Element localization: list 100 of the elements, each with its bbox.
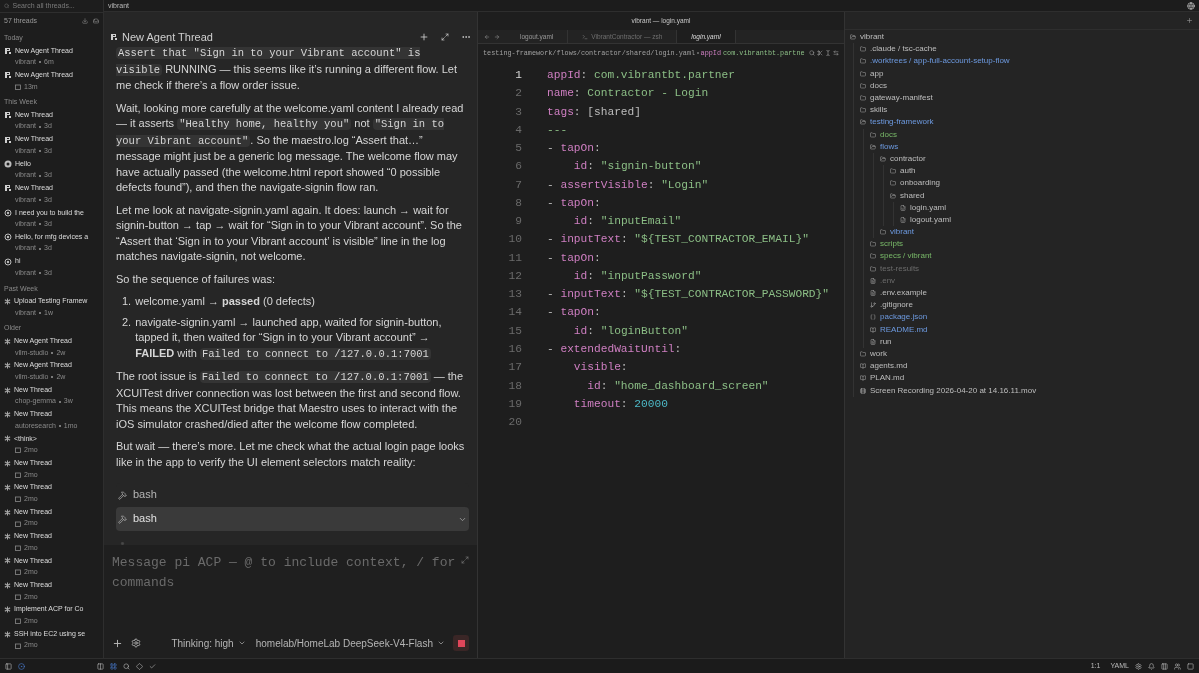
calendar-icon bbox=[15, 544, 21, 551]
line-number: 11 bbox=[507, 250, 522, 266]
tree-item[interactable]: auth bbox=[890, 165, 1199, 178]
folder-icon bbox=[890, 168, 896, 175]
settings-icon[interactable] bbox=[1135, 662, 1142, 670]
tree-item[interactable]: gateway-manifest bbox=[860, 91, 1199, 105]
code-line: - inputText: "${TEST_CONTRACTOR_PASSWORD}" bbox=[547, 287, 829, 303]
expand-icon[interactable] bbox=[441, 33, 449, 41]
tree-item[interactable]: package.json bbox=[870, 311, 1199, 324]
book-icon bbox=[860, 375, 866, 382]
tree-item[interactable]: work bbox=[860, 347, 1199, 361]
tree-item[interactable]: .env.example bbox=[870, 286, 1199, 300]
settings-icon[interactable] bbox=[131, 638, 141, 648]
diamond-icon[interactable] bbox=[136, 662, 143, 670]
inbox-icon[interactable] bbox=[93, 18, 99, 24]
code-line: timeout: 20000 bbox=[572, 396, 668, 412]
tree-item[interactable]: vibrant bbox=[880, 226, 1199, 239]
plus-icon[interactable] bbox=[419, 32, 429, 42]
download-icon[interactable] bbox=[82, 18, 88, 24]
line-number: 9 bbox=[514, 214, 522, 230]
tree-item[interactable]: specs / vibrant bbox=[870, 250, 1199, 263]
pi-logo-icon bbox=[4, 46, 12, 55]
tree-item[interactable]: docs bbox=[870, 128, 1199, 141]
open-folder-icon bbox=[890, 192, 896, 199]
arrows-icon[interactable] bbox=[833, 50, 839, 56]
tree-item[interactable]: testing-framework bbox=[860, 116, 1199, 129]
line-number: 10 bbox=[507, 232, 522, 248]
calendar-icon bbox=[15, 642, 21, 649]
search-icon[interactable] bbox=[123, 662, 130, 670]
code-file-icon bbox=[900, 204, 906, 211]
stop-button[interactable] bbox=[453, 635, 469, 651]
scissors-icon[interactable] bbox=[817, 50, 823, 56]
line-number: 17 bbox=[507, 360, 522, 376]
columns-icon[interactable] bbox=[97, 662, 104, 670]
asterisk-icon bbox=[4, 435, 11, 443]
tree-item[interactable]: run bbox=[870, 335, 1199, 348]
tool-call-row[interactable]: bash bbox=[116, 507, 469, 531]
back-arrow-icon[interactable] bbox=[484, 33, 490, 40]
pi-logo-icon bbox=[4, 111, 12, 120]
users-icon[interactable] bbox=[1174, 662, 1181, 670]
columns-icon[interactable] bbox=[1161, 662, 1168, 670]
tree-item[interactable]: README.md bbox=[870, 323, 1199, 336]
plus-icon[interactable] bbox=[112, 637, 123, 649]
braces-icon bbox=[870, 314, 876, 321]
asterisk-icon bbox=[4, 606, 11, 614]
tree-item[interactable]: vibrant bbox=[850, 31, 1199, 44]
calendar-icon bbox=[15, 520, 21, 527]
code-line: id: "inputPassword" bbox=[572, 268, 702, 284]
folder-icon bbox=[870, 265, 876, 272]
asterisk-icon bbox=[4, 484, 11, 492]
ring-icon bbox=[4, 208, 12, 217]
tree-item[interactable]: .claude / tsc-cache bbox=[860, 43, 1199, 56]
check-icon[interactable] bbox=[149, 662, 156, 670]
text-cursor-icon[interactable] bbox=[825, 50, 831, 56]
line-number: 20 bbox=[507, 415, 522, 431]
thinking-dropdown[interactable]: Thinking: high bbox=[171, 635, 246, 651]
tree-item[interactable]: docs bbox=[860, 79, 1199, 92]
tree-item[interactable]: app bbox=[860, 67, 1199, 80]
list-number: 2. bbox=[122, 314, 132, 330]
tree-item[interactable]: login.yaml bbox=[900, 201, 1199, 214]
tree-item[interactable]: flows bbox=[870, 140, 1199, 153]
sidebar-toggle-icon[interactable] bbox=[5, 662, 12, 670]
line-number: 2 bbox=[514, 86, 522, 102]
globe-icon[interactable] bbox=[1187, 1, 1195, 10]
tree-item[interactable]: PLAN.md bbox=[860, 372, 1199, 385]
folder-icon bbox=[860, 350, 866, 357]
line-number: 19 bbox=[507, 396, 522, 412]
folder-icon bbox=[860, 46, 866, 53]
folder-icon bbox=[860, 82, 866, 89]
tree-item[interactable]: scripts bbox=[870, 238, 1199, 251]
asterisk-icon bbox=[4, 508, 11, 516]
tree-item[interactable]: contractor bbox=[880, 152, 1199, 166]
tree-item[interactable]: onboarding bbox=[890, 177, 1199, 190]
forward-arrow-icon[interactable] bbox=[494, 33, 500, 40]
tree-item[interactable]: logout.yaml bbox=[900, 213, 1199, 226]
grid-icon[interactable] bbox=[110, 662, 117, 670]
folder-icon bbox=[860, 70, 866, 77]
asterisk-icon bbox=[4, 581, 11, 589]
open-folder-icon bbox=[850, 34, 856, 41]
bell-icon[interactable] bbox=[1148, 662, 1155, 670]
tree-item[interactable]: agents.md bbox=[860, 360, 1199, 373]
code-line: - tapOn: bbox=[547, 250, 601, 266]
text-file-icon bbox=[870, 290, 876, 297]
code-line: --- bbox=[547, 122, 568, 138]
circle-dot-icon[interactable] bbox=[18, 662, 25, 670]
calendar-icon bbox=[15, 593, 21, 600]
tree-item[interactable]: Screen Recording 2026-04-20 at 14.16.11.mov bbox=[860, 384, 1199, 397]
tree-item[interactable]: shared bbox=[890, 189, 1199, 202]
expand-icon[interactable] bbox=[461, 556, 469, 564]
tree-item[interactable]: .worktrees / app-full-account-setup-flow bbox=[860, 55, 1199, 68]
tree-item[interactable]: .gitignore bbox=[870, 299, 1199, 312]
tree-item[interactable]: skills bbox=[860, 104, 1199, 117]
search-icon[interactable] bbox=[809, 50, 815, 56]
chevron-down-icon bbox=[437, 639, 445, 647]
message-composer[interactable]: Message pi ACP — @ to include context, / for commands Thinking: high homelab/HomeLab DeepSeek-V4-Flash bbox=[104, 545, 477, 658]
asterisk-icon bbox=[4, 362, 11, 370]
list-item-text: welcome.yaml → passed (0 defects) bbox=[135, 294, 315, 309]
message-input[interactable]: Message pi ACP — @ to include context, / for commands bbox=[112, 553, 461, 633]
model-dropdown[interactable]: homelab/HomeLab DeepSeek-V4-Flash bbox=[255, 635, 445, 651]
line-number: 3 bbox=[514, 104, 522, 120]
